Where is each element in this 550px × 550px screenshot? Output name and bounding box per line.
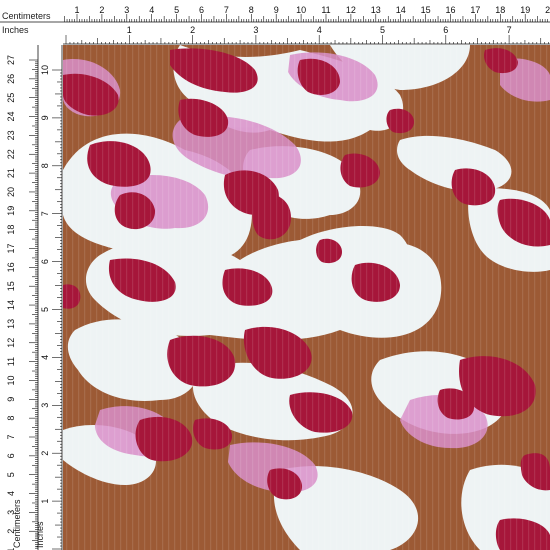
left-in-tick-label: 10 [40, 65, 50, 75]
top-cm-tick-label: 13 [371, 5, 381, 15]
left-cm-tick-label: 15 [6, 281, 16, 291]
left-cm-tick-label: 9 [6, 397, 16, 402]
top-cm-tick-label: 1 [74, 5, 79, 15]
top-cm-tick-label: 12 [346, 5, 356, 15]
top-in-tick-label: 7 [507, 25, 512, 35]
left-cm-tick-label: 5 [6, 472, 16, 477]
top-in-label: Inches [2, 25, 29, 35]
top-cm-tick-label: 19 [520, 5, 530, 15]
left-cm-tick-label: 20 [6, 187, 16, 197]
left-cm-tick-label: 7 [6, 434, 16, 439]
top-cm-tick-label: 3 [124, 5, 129, 15]
left-in-label: Inches [35, 521, 45, 548]
top-cm-tick-label: 9 [274, 5, 279, 15]
top-cm-tick-label: 4 [149, 5, 154, 15]
left-in-tick-label: 7 [40, 211, 50, 216]
top-cm-tick-label: 15 [421, 5, 431, 15]
top-cm-label: Centimeters [2, 11, 51, 21]
top-cm-tick-label: 17 [470, 5, 480, 15]
top-in-tick-label: 4 [317, 25, 322, 35]
left-in-tick-label: 3 [40, 403, 50, 408]
left-cm-label: Centimeters [12, 499, 22, 548]
left-cm-tick-label: 8 [6, 416, 16, 421]
top-cm-tick-label: 2 [99, 5, 104, 15]
top-cm-tick-label: 18 [495, 5, 505, 15]
left-cm-tick-label: 23 [6, 130, 16, 140]
left-in-tick-label: 8 [40, 163, 50, 168]
left-in-tick-label: 6 [40, 259, 50, 264]
top-cm-tick-label: 10 [296, 5, 306, 15]
left-cm-tick-label: 24 [6, 112, 16, 122]
left-cm-tick-label: 26 [6, 74, 16, 84]
left-cm-tick-label: 6 [6, 453, 16, 458]
left-cm-tick-label: 22 [6, 149, 16, 159]
left-cm-tick-label: 21 [6, 168, 16, 178]
top-cm-tick-label: 16 [445, 5, 455, 15]
fabric-print [63, 45, 550, 550]
left-cm-tick-label: 19 [6, 206, 16, 216]
top-in-tick-label: 2 [190, 25, 195, 35]
left-cm-tick-label: 14 [6, 300, 16, 310]
top-cm-tick-label: 5 [174, 5, 179, 15]
left-in-tick-label: 4 [40, 355, 50, 360]
left-cm-tick-label: 18 [6, 225, 16, 235]
top-in-tick-label: 1 [127, 25, 132, 35]
left-cm-tick-label: 11 [6, 357, 16, 366]
left-cm-tick-label: 17 [6, 243, 16, 253]
top-cm-tick-label: 7 [224, 5, 229, 15]
rib-texture [63, 45, 550, 550]
top-cm-tick-label: 14 [396, 5, 406, 15]
ruler-top: Centimeters Inches 1 2 3 4 5 6 7 8 9 10 11 12 13 14 15… [0, 0, 550, 45]
left-in-tick-label: 9 [40, 115, 50, 120]
fabric-swatch-with-rulers: Centimeters Inches 1 2 3 4 5 6 7 8 9 10 11 12 13 14 15… [0, 0, 550, 550]
top-in-tick-label: 6 [443, 25, 448, 35]
left-cm-tick-label: 12 [6, 338, 16, 348]
left-cm-tick-label: 27 [6, 55, 16, 65]
top-in-tick-label: 3 [253, 25, 258, 35]
top-cm-tick-label: 11 [321, 5, 330, 15]
top-cm-tick-label: 6 [199, 5, 204, 15]
left-in-tick-label: 5 [40, 307, 50, 312]
ruler-left: 2726252423222120191817161514131211109876… [0, 45, 63, 550]
top-cm-tick-label: 8 [249, 5, 254, 15]
left-cm-tick-label: 10 [6, 375, 16, 385]
top-in-tick-label: 5 [380, 25, 385, 35]
left-cm-tick-label: 25 [6, 93, 16, 103]
left-in-tick-label: 2 [40, 451, 50, 456]
left-cm-tick-label: 13 [6, 319, 16, 329]
left-in-tick-label: 1 [40, 499, 50, 504]
left-cm-tick-label: 4 [6, 491, 16, 496]
left-cm-tick-label: 16 [6, 262, 16, 272]
top-cm-tick-label: 20 [545, 5, 550, 15]
